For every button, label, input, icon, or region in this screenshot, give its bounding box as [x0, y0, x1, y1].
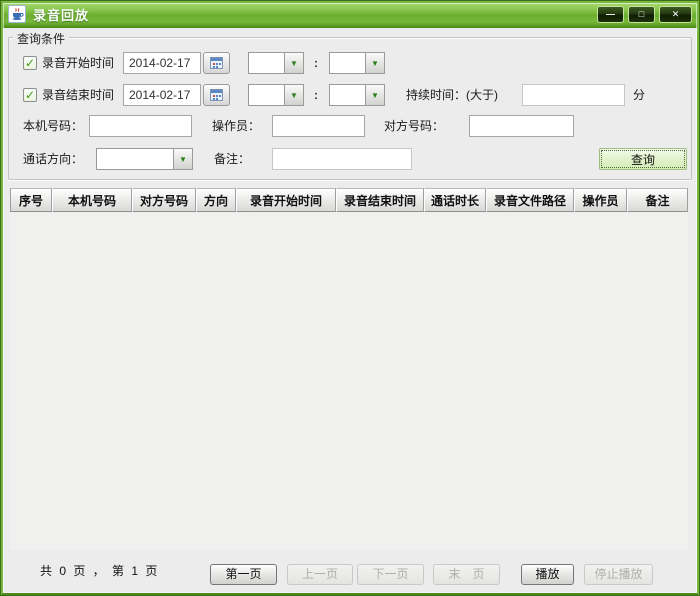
- column-header-remote-number[interactable]: 对方号码: [132, 188, 196, 212]
- end-hour-value: [249, 85, 284, 105]
- duration-label: 持续时间：(大于): [406, 84, 498, 106]
- end-minute-value: [330, 85, 365, 105]
- chevron-down-icon: ▼: [284, 53, 303, 73]
- stop-playback-button[interactable]: 停止播放: [584, 564, 653, 585]
- start-time-checkbox[interactable]: ✓: [23, 56, 37, 70]
- remote-number-input[interactable]: [469, 115, 574, 137]
- previous-page-button[interactable]: 上一页: [287, 564, 353, 585]
- close-icon: ✕: [672, 9, 680, 19]
- duration-input[interactable]: [522, 84, 625, 106]
- end-date-input[interactable]: [123, 84, 201, 106]
- checkmark-icon: ✓: [25, 88, 35, 102]
- duration-unit-label: 分: [633, 84, 645, 106]
- java-coffee-icon: [8, 5, 26, 23]
- calendar-icon: [210, 89, 223, 101]
- column-header-start-time[interactable]: 录音开始时间: [236, 188, 336, 212]
- start-date-input[interactable]: [123, 52, 201, 74]
- maximize-icon: □: [639, 9, 644, 19]
- window-controls: — □ ✕: [597, 6, 692, 23]
- end-time-checkbox[interactable]: ✓: [23, 88, 37, 102]
- results-table-header: 序号 本机号码 对方号码 方向 录音开始时间 录音结束时间 通话时长 录音文件路…: [10, 188, 688, 212]
- local-number-label: 本机号码：: [23, 115, 83, 137]
- query-group-label: 查询条件: [13, 30, 69, 47]
- end-minute-select[interactable]: ▼: [329, 84, 385, 106]
- recording-playback-window: 录音回放 — □ ✕ 查询条件 ✓ 录音开始时间 ▼: [0, 0, 700, 596]
- column-header-remark[interactable]: 备注: [627, 188, 688, 212]
- chevron-down-icon: ▼: [173, 149, 192, 169]
- last-page-button[interactable]: 末 页: [433, 564, 500, 585]
- end-time-label: 录音结束时间: [42, 84, 114, 106]
- column-header-local-number[interactable]: 本机号码: [52, 188, 132, 212]
- minimize-icon: —: [606, 9, 615, 19]
- start-time-label: 录音开始时间: [42, 52, 114, 74]
- remark-input[interactable]: [272, 148, 412, 170]
- start-time-colon: :: [314, 52, 318, 74]
- remark-label: 备注：: [214, 148, 250, 170]
- maximize-button[interactable]: □: [628, 6, 655, 23]
- checkmark-icon: ✓: [25, 56, 35, 70]
- window-title: 录音回放: [33, 5, 89, 24]
- end-date-calendar-button[interactable]: [203, 84, 230, 106]
- column-header-index[interactable]: 序号: [10, 188, 52, 212]
- call-direction-label: 通话方向：: [23, 148, 83, 170]
- column-header-end-time[interactable]: 录音结束时间: [336, 188, 424, 212]
- column-header-call-length[interactable]: 通话时长: [424, 188, 486, 212]
- start-date-calendar-button[interactable]: [203, 52, 230, 74]
- chevron-down-icon: ▼: [365, 85, 384, 105]
- title-bar[interactable]: 录音回放 — □ ✕: [1, 1, 699, 28]
- start-hour-value: [249, 53, 284, 73]
- first-page-button[interactable]: 第一页: [210, 564, 277, 585]
- start-hour-select[interactable]: ▼: [248, 52, 304, 74]
- search-button-label: 查询: [601, 150, 685, 168]
- start-minute-value: [330, 53, 365, 73]
- column-header-operator[interactable]: 操作员: [574, 188, 627, 212]
- close-button[interactable]: ✕: [659, 6, 692, 23]
- local-number-input[interactable]: [89, 115, 192, 137]
- minimize-button[interactable]: —: [597, 6, 624, 23]
- operator-label: 操作员：: [212, 115, 260, 137]
- column-header-file-path[interactable]: 录音文件路径: [486, 188, 574, 212]
- end-hour-select[interactable]: ▼: [248, 84, 304, 106]
- call-direction-select[interactable]: ▼: [96, 148, 193, 170]
- end-time-colon: :: [314, 84, 318, 106]
- call-direction-value: [97, 149, 173, 169]
- query-conditions-group: 查询条件 ✓ 录音开始时间 ▼ : ▼ ✓ 录音结束时间: [8, 37, 692, 180]
- column-header-direction[interactable]: 方向: [196, 188, 236, 212]
- operator-input[interactable]: [272, 115, 365, 137]
- results-table-body[interactable]: [10, 212, 688, 550]
- chevron-down-icon: ▼: [284, 85, 303, 105]
- calendar-icon: [210, 57, 223, 69]
- play-button[interactable]: 播放: [521, 564, 574, 585]
- remote-number-label: 对方号码：: [384, 115, 444, 137]
- next-page-button[interactable]: 下一页: [357, 564, 424, 585]
- chevron-down-icon: ▼: [365, 53, 384, 73]
- search-button[interactable]: 查询: [599, 148, 687, 170]
- page-status-text: 共 0 页 ， 第 1 页: [40, 561, 159, 581]
- start-minute-select[interactable]: ▼: [329, 52, 385, 74]
